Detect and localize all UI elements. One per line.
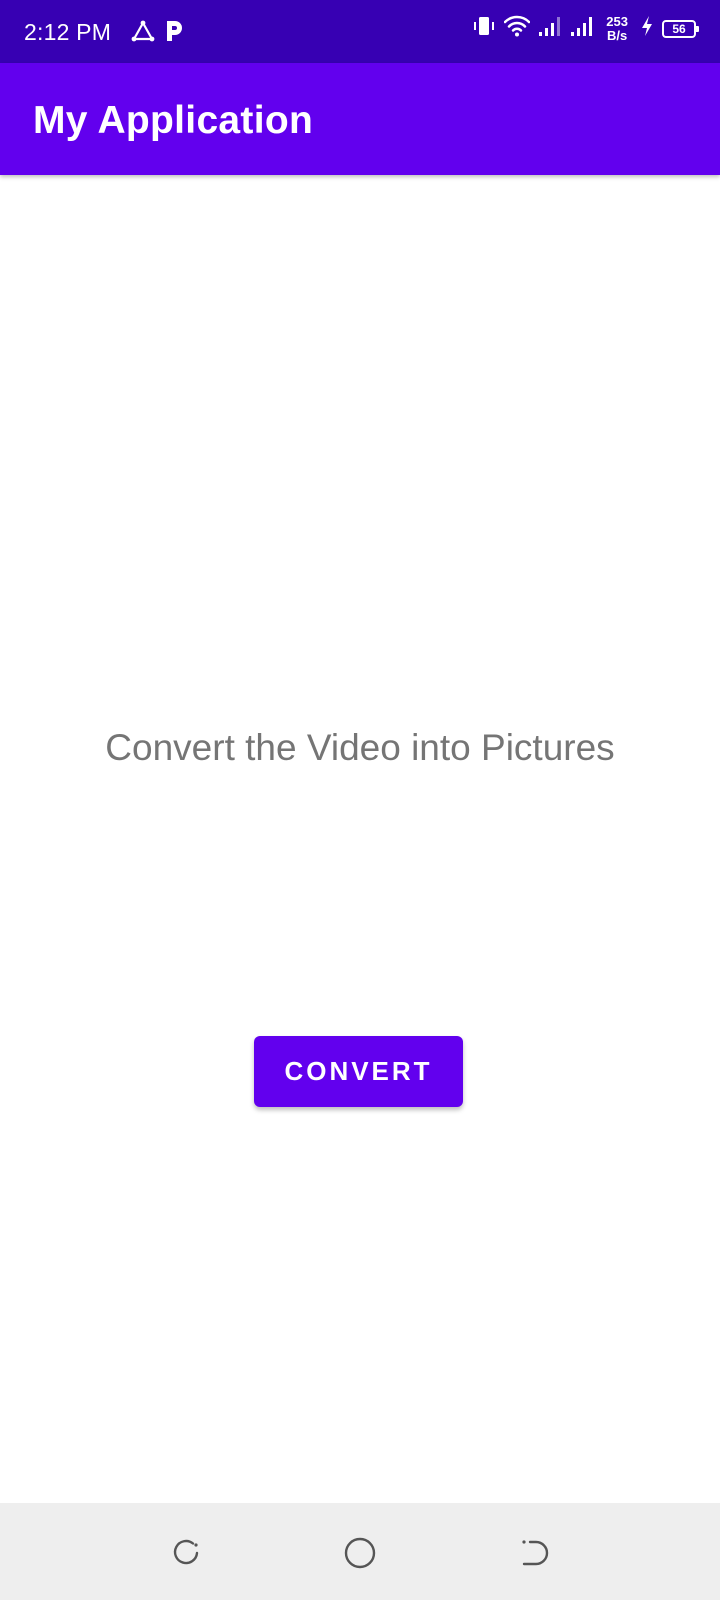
charging-bolt-icon — [640, 15, 654, 42]
triangle-share-icon — [131, 20, 155, 47]
network-speed-value: 253 — [606, 13, 628, 29]
signal-1-icon — [538, 15, 562, 42]
network-speed: 253 B/s — [606, 13, 628, 43]
wifi-icon — [504, 15, 531, 42]
signal-2-icon — [570, 15, 594, 42]
home-icon[interactable] — [340, 1533, 380, 1573]
convert-button[interactable]: CONVERT — [254, 1036, 463, 1107]
status-left-icons — [131, 19, 183, 48]
navigation-bar — [0, 1503, 720, 1600]
battery-level: 56 — [672, 21, 686, 36]
p-app-icon — [165, 19, 183, 48]
app-title: My Application — [33, 99, 314, 142]
status-bar: 2:12 PM 253 B/s 56 — [0, 0, 720, 63]
recents-icon[interactable] — [166, 1533, 206, 1573]
network-speed-unit: B/s — [607, 27, 628, 43]
main-message: Convert the Video into Pictures — [105, 727, 615, 768]
status-right-icons: 253 B/s 56 — [472, 13, 699, 43]
status-time: 2:12 PM — [24, 19, 112, 45]
battery-icon: 56 — [662, 19, 699, 38]
app-bar: My Application — [0, 63, 720, 175]
back-icon[interactable] — [514, 1533, 554, 1573]
vibrate-icon — [472, 14, 496, 43]
